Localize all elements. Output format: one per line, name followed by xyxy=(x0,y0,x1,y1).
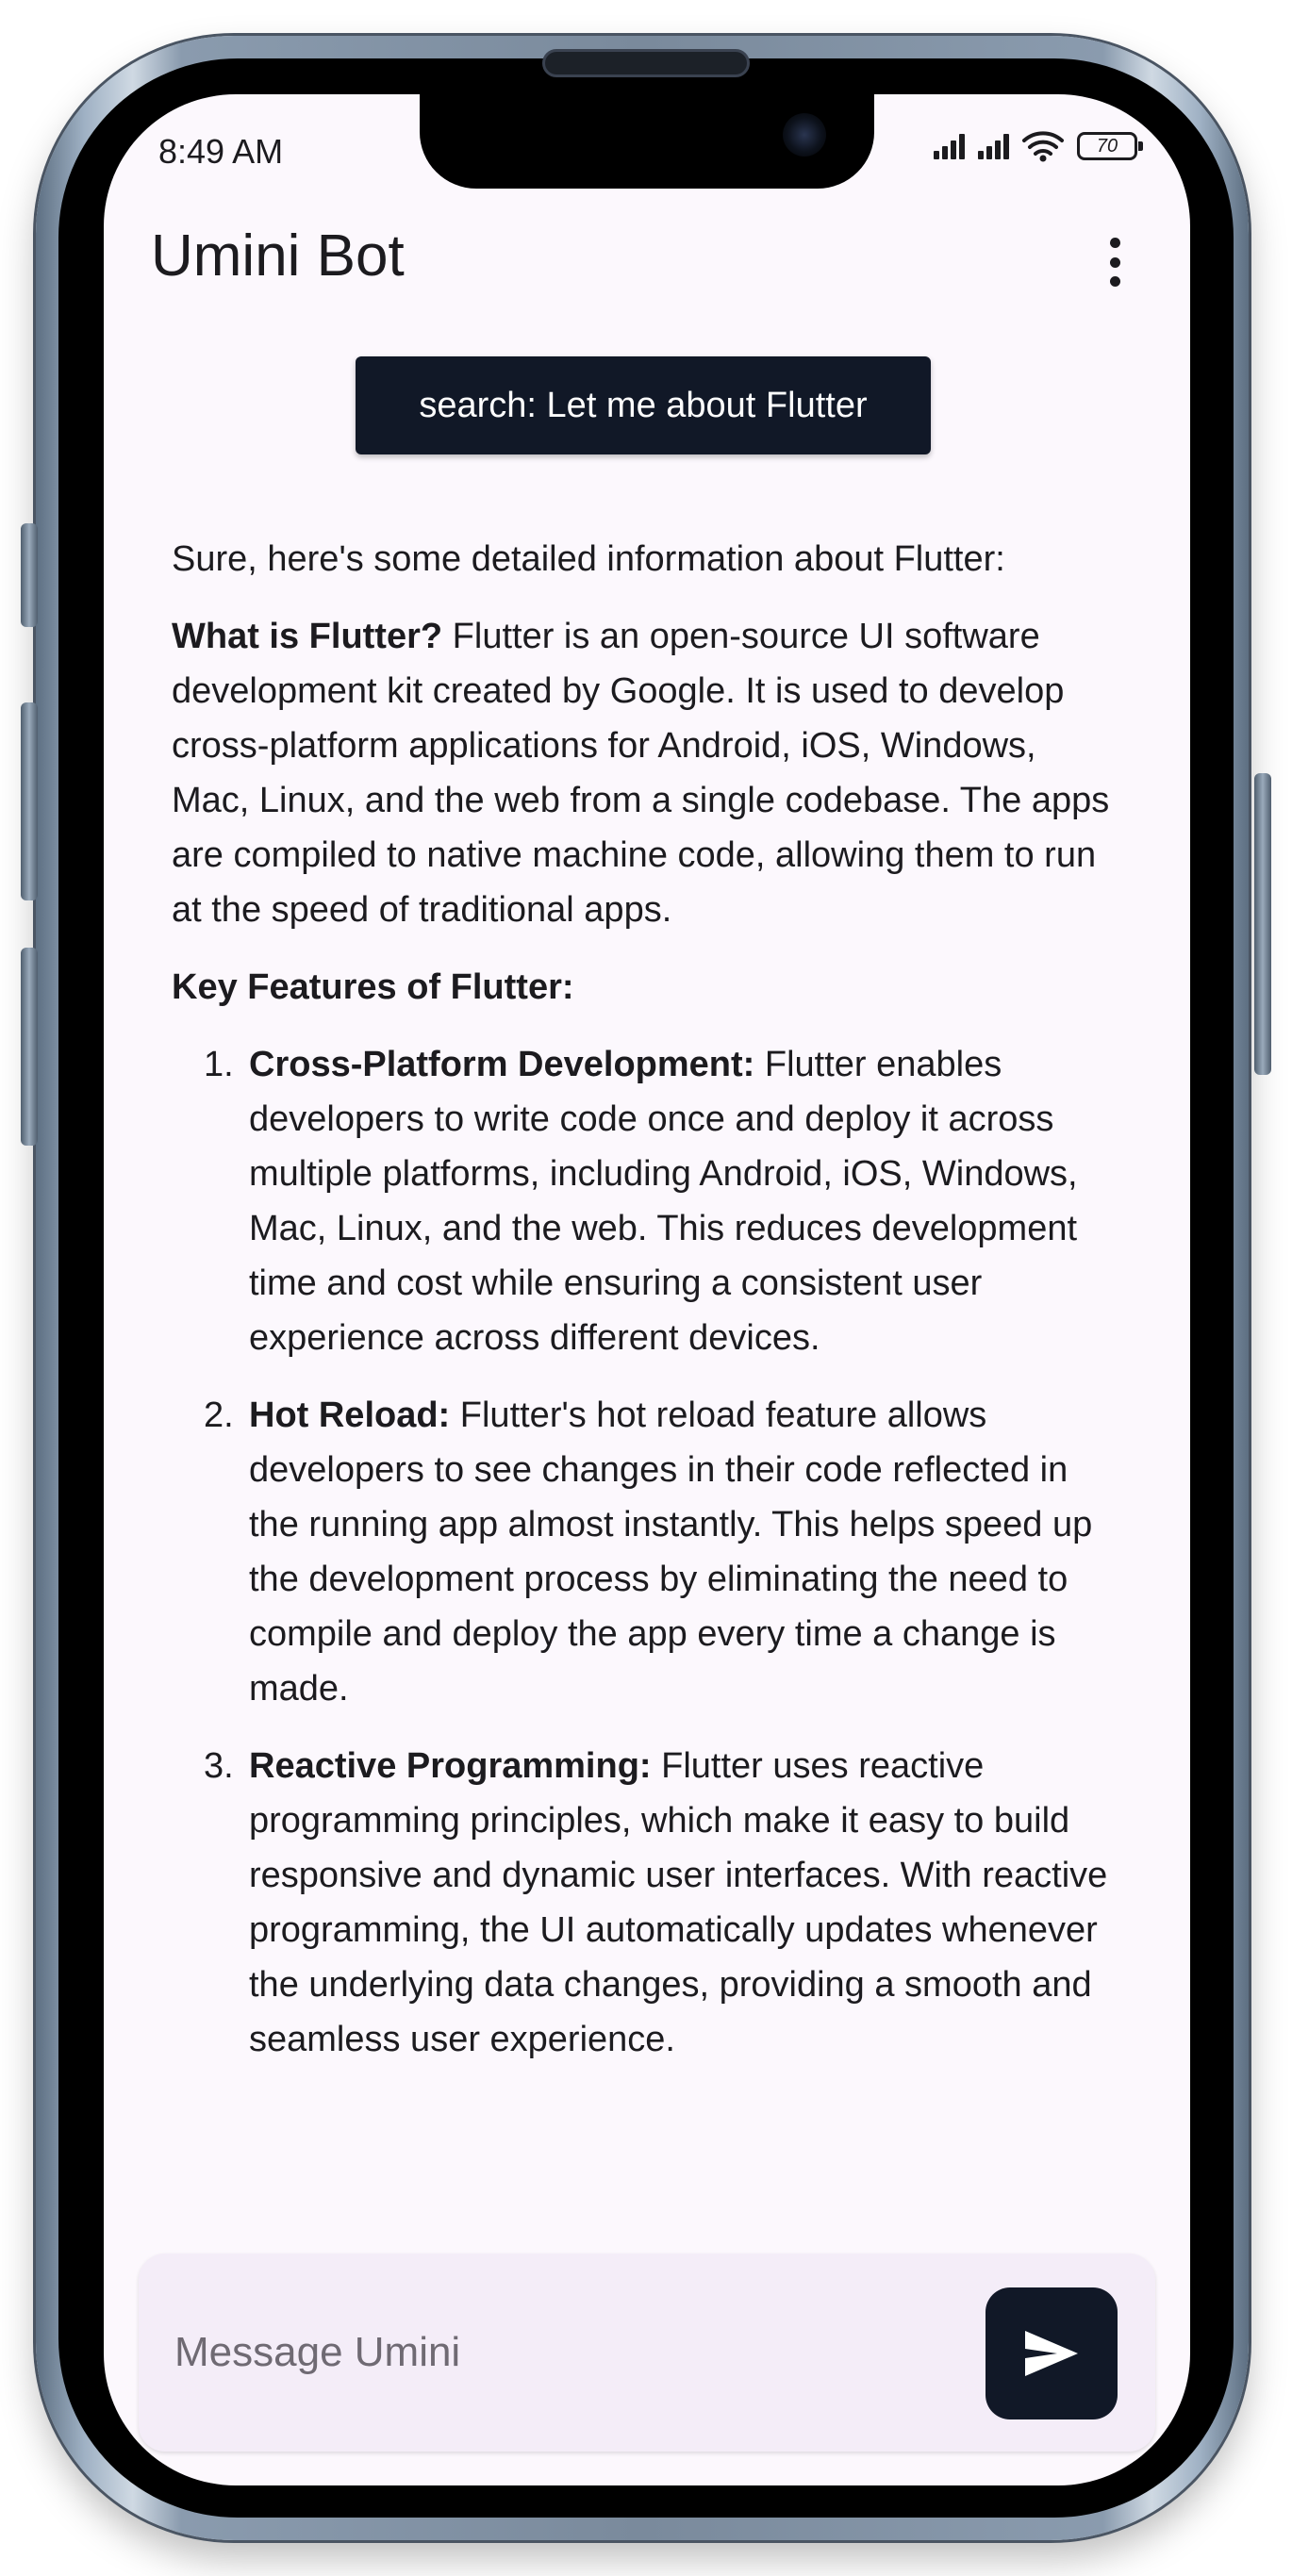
features-heading: Key Features of Flutter: xyxy=(172,960,1115,1015)
notch xyxy=(420,94,874,189)
volume-up-button xyxy=(21,702,38,900)
cellular-signal-icon xyxy=(934,133,965,159)
message-input[interactable] xyxy=(173,2310,984,2395)
feature-text: Flutter enables developers to write code… xyxy=(249,1045,1078,1358)
features-list: 1. Cross-Platform Development: Flutter en… xyxy=(172,1037,1115,2067)
search-query-chip[interactable]: search: Let me about Flutter xyxy=(356,356,931,454)
feature-text: Flutter uses reactive programming princi… xyxy=(249,1746,1108,2059)
speaker-grille xyxy=(542,49,750,77)
app-screen: 8:49 AM 70 Umini Bot search: Let me abou… xyxy=(104,94,1190,2485)
front-camera xyxy=(783,113,826,157)
feature-text: Flutter's hot reload feature allows deve… xyxy=(249,1395,1093,1709)
status-icons: 70 xyxy=(934,130,1143,162)
send-button[interactable] xyxy=(986,2287,1118,2419)
feature-title: Hot Reload: xyxy=(249,1395,451,1435)
features-heading-text: Key Features of Flutter: xyxy=(172,967,574,1007)
response-intro: Sure, here's some detailed information a… xyxy=(172,539,1005,579)
feature-title: Reactive Programming: xyxy=(249,1746,652,1786)
app-title: Umini Bot xyxy=(151,223,405,289)
battery-icon: 70 xyxy=(1077,132,1143,160)
more-vert-icon[interactable] xyxy=(1096,234,1134,290)
bot-response: Sure, here's some detailed information a… xyxy=(172,532,1115,2089)
what-is-paragraph: What is Flutter? Flutter is an open-sour… xyxy=(172,609,1115,937)
feature-item: 3. Reactive Programming: Flutter uses rea… xyxy=(204,1739,1115,2067)
cellular-signal-2-icon xyxy=(978,133,1009,159)
feature-item: 2. Hot Reload: Flutter's hot reload featu… xyxy=(204,1388,1115,1716)
feature-title: Cross-Platform Development: xyxy=(249,1045,755,1084)
feature-number: 1. xyxy=(204,1045,234,1084)
silent-switch xyxy=(21,523,38,627)
message-composer xyxy=(139,2254,1155,2452)
wifi-icon xyxy=(1022,131,1064,162)
power-button xyxy=(1254,773,1271,1075)
feature-number: 2. xyxy=(204,1395,234,1435)
feature-number: 3. xyxy=(204,1746,234,1786)
status-time: 8:49 AM xyxy=(158,132,284,171)
search-query-label: search: Let me about Flutter xyxy=(419,385,868,425)
feature-item: 1. Cross-Platform Development: Flutter en… xyxy=(204,1037,1115,1365)
volume-down-button xyxy=(21,948,38,1146)
what-is-heading: What is Flutter? xyxy=(172,617,443,656)
send-icon xyxy=(1025,2331,1078,2376)
what-is-text: Flutter is an open-source UI software de… xyxy=(172,617,1110,930)
